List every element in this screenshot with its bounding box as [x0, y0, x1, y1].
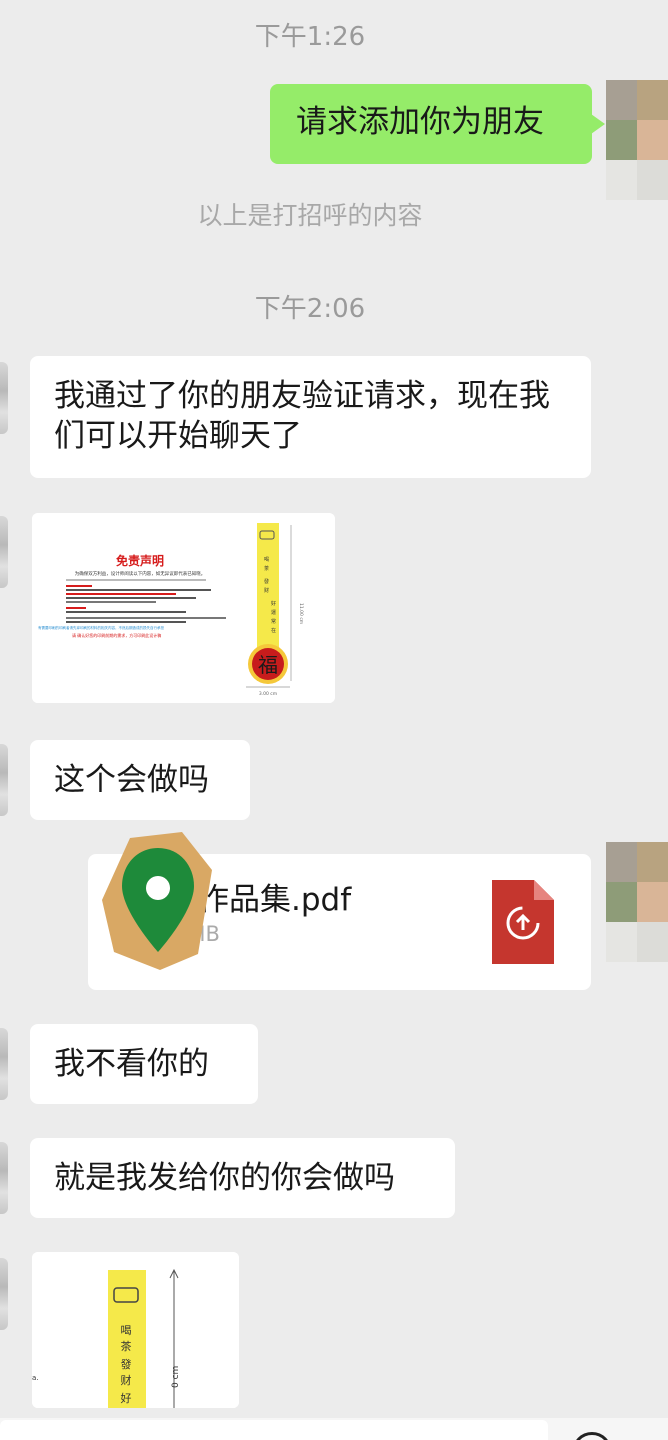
tag-char: 發 [264, 578, 269, 585]
tag-char: 茶 [121, 1340, 132, 1353]
message-text: 我通过了你的朋友验证请求，现在我们可以开始聊天了 [54, 378, 550, 454]
contact-avatar[interactable] [0, 1142, 8, 1214]
tag-char: 運 [271, 610, 276, 616]
message-text: 这个会做吗 [54, 762, 209, 798]
tag-design-image: 喝 茶 發 财 好 0 cm a. [32, 1252, 239, 1408]
image-message[interactable]: 免责声明 为确保双方利益，设计师阅读以下内容，如无异议即代表已知晓。 有需要印刷… [32, 513, 335, 703]
contact-avatar[interactable] [0, 362, 8, 434]
tag-char: 在 [271, 627, 276, 634]
message-input[interactable] [0, 1420, 548, 1440]
disclaimer-design-image: 免责声明 为确保双方利益，设计师阅读以下内容，如无异议即代表已知晓。 有需要印刷… [32, 513, 335, 703]
tag-char: 茶 [264, 565, 269, 572]
message-bubble-incoming[interactable]: 我通过了你的朋友验证请求，现在我们可以开始聊天了 [30, 356, 591, 478]
side-label: 0 cm [171, 1366, 181, 1388]
image-note-blue: 有需要印刷的印刷者请先拿印刷的材料的相关内容，不然后期造成的损失自行承担 [38, 625, 164, 630]
contact-avatar[interactable] [0, 1028, 8, 1100]
image-message[interactable]: 喝 茶 發 财 好 0 cm a. [32, 1252, 239, 1408]
contact-avatar[interactable] [0, 516, 8, 588]
self-avatar[interactable] [606, 842, 668, 962]
message-text: 我不看你的 [54, 1046, 209, 1082]
tag-char: 常 [271, 618, 276, 625]
tag-char: 喝 [121, 1324, 132, 1337]
width-label: 3.00 cm [259, 691, 277, 697]
message-bubble-incoming[interactable]: 我不看你的 [30, 1024, 258, 1104]
contact-avatar[interactable] [0, 744, 8, 816]
tag-char: 财 [121, 1373, 132, 1387]
tag-char: 發 [121, 1357, 132, 1371]
timestamp: 下午1:26 [254, 22, 366, 52]
self-avatar[interactable] [606, 80, 668, 200]
image-note-red: 请 确认好您的印刷前期的需求，方可印刷此设计稿 [72, 632, 161, 638]
image-title: 免责声明 [116, 553, 164, 568]
message-bubble-incoming[interactable]: 这个会做吗 [30, 740, 250, 820]
image-intro: 为确保双方利益，设计师阅读以下内容，如无异议即代表已知晓。 [75, 570, 206, 577]
contact-avatar[interactable] [0, 1258, 8, 1330]
timestamp: 下午2:06 [254, 294, 366, 324]
stray-mark: a. [32, 1374, 39, 1382]
file-name: 作品集.pdf [198, 882, 352, 918]
tag-char: 喝 [264, 557, 269, 563]
fu-character: 福 [258, 653, 278, 677]
message-bubble-outgoing[interactable]: 请求添加你为朋友 [270, 84, 605, 164]
message-bubble-incoming[interactable]: 就是我发给你的你会做吗 [30, 1138, 455, 1218]
message-text: 就是我发给你的你会做吗 [54, 1160, 395, 1196]
system-notice: 以上是打招呼的内容 [197, 201, 423, 230]
message-text: 请求添加你为朋友 [296, 104, 544, 140]
tag-char: 财 [264, 587, 269, 594]
tag-char: 好 [271, 600, 276, 607]
tag-char: 好 [121, 1391, 132, 1405]
map-pin-icon [102, 832, 212, 970]
pdf-file-icon [492, 880, 554, 964]
height-label: 11.00 cm [298, 603, 304, 624]
